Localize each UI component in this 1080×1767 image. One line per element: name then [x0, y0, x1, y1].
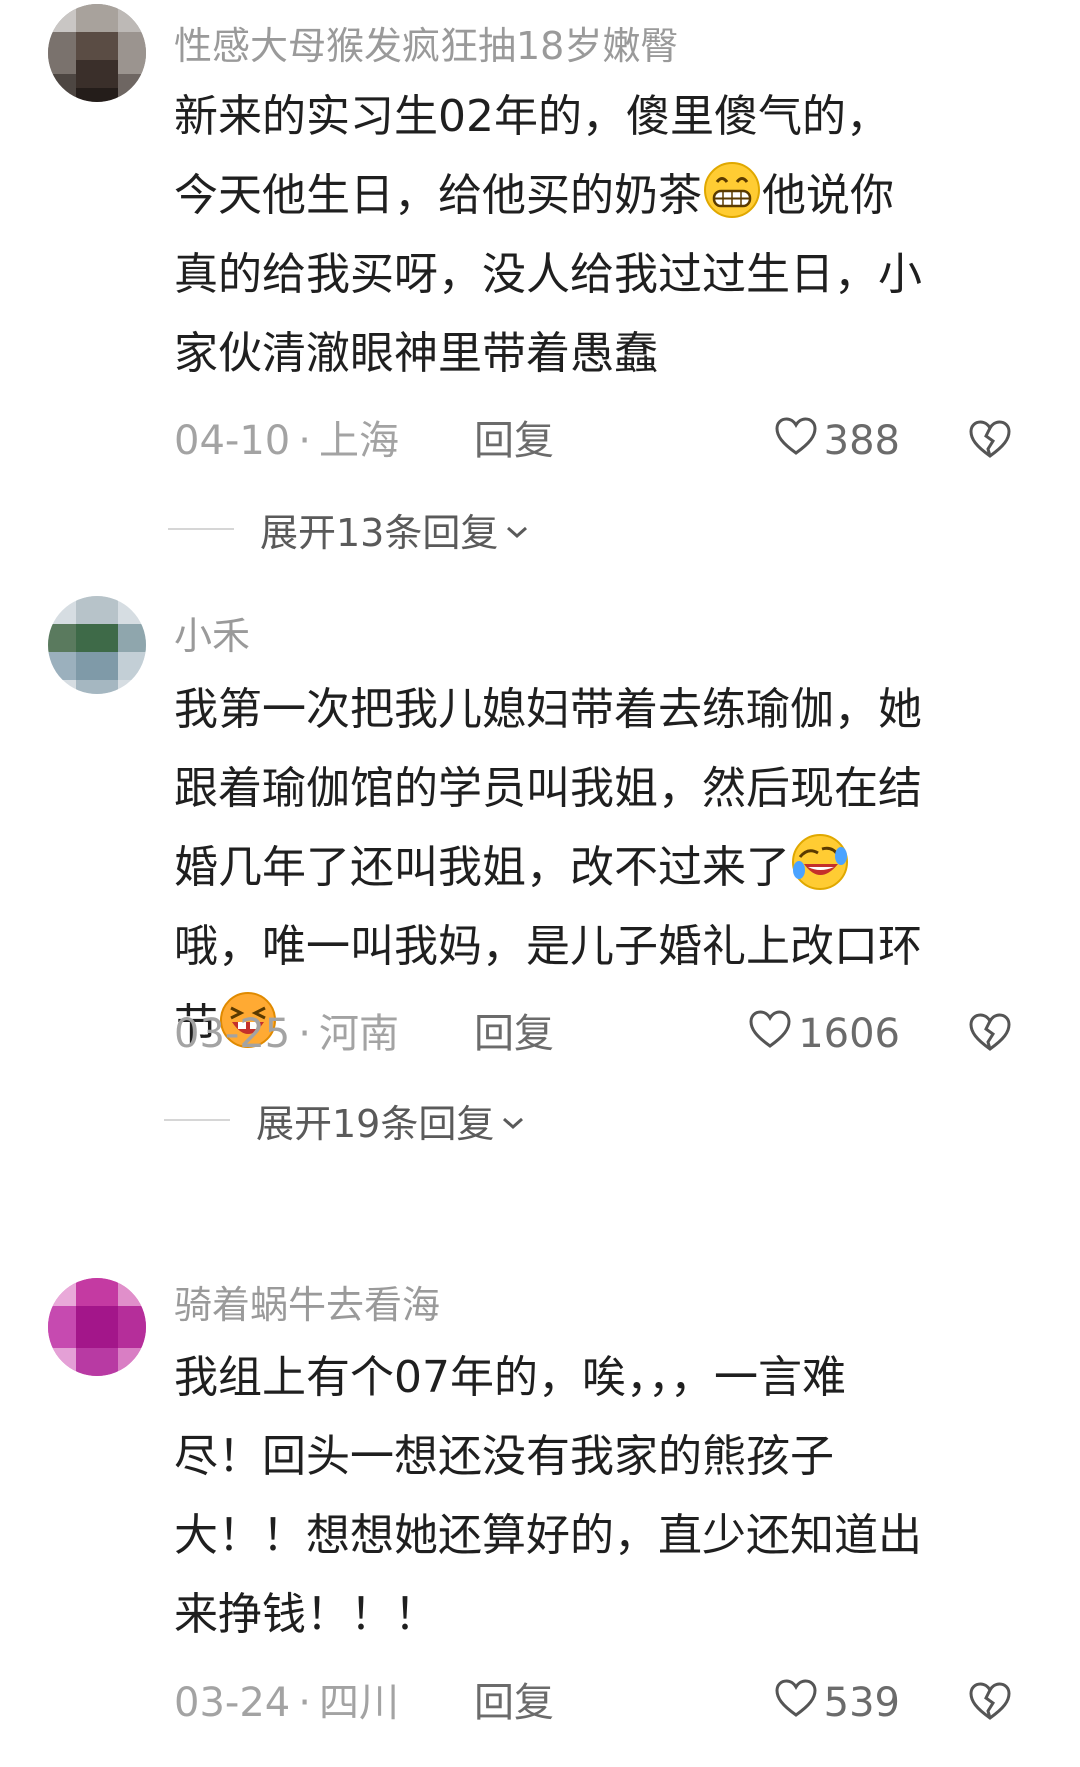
avatar[interactable]	[48, 4, 146, 102]
heart-outline-icon	[748, 1009, 798, 1059]
text-segment: 家伙清澈眼神里带着愚蠢	[174, 328, 658, 379]
username[interactable]: 小禾	[174, 617, 250, 655]
dislike-button[interactable]	[968, 1009, 1012, 1059]
expand-replies-label: 展开13条回复	[260, 510, 499, 555]
avatar[interactable]	[48, 1278, 146, 1376]
chevron-down-icon	[498, 507, 530, 551]
comment-date: 03-24	[174, 1680, 291, 1726]
text-line: 来挣钱！！！	[174, 1575, 1044, 1654]
username[interactable]: 性感大母猴发疯狂抽18岁嫩臀	[174, 27, 678, 65]
like-button[interactable]: 1606	[748, 1009, 900, 1059]
text-line: 新来的实习生02年的，傻里傻气的，	[174, 77, 1044, 156]
comment-date: 04-10	[174, 418, 291, 464]
expand-replies-button[interactable]: 展开13条回复	[168, 504, 530, 555]
text-segment: 新来的实习生02年的，傻里傻气的，	[174, 91, 890, 142]
reply-button[interactable]: 回复	[474, 1678, 554, 1728]
text-line: 大！！想想她还算好的，直少还知道出	[174, 1496, 1044, 1575]
like-count: 388	[823, 418, 900, 464]
divider-line	[164, 1119, 230, 1121]
text-segment: 我第一次把我儿媳妇带着去练瑜伽，她	[174, 684, 922, 735]
text-segment: 来挣钱！！！	[174, 1589, 438, 1640]
text-segment: 跟着瑜伽馆的学员叫我姐，然后现在结	[174, 763, 922, 814]
comment-meta: 04-10 · 上海 回复	[174, 416, 554, 466]
text-line: 今天他生日，给他买的奶茶 他说你	[174, 156, 1044, 235]
comment-text: 新来的实习生02年的，傻里傻气的， 今天他生日，给他买的奶茶 他说你 真的给我买呀…	[174, 77, 1044, 393]
like-count: 1606	[798, 1011, 900, 1057]
comment-location: 上海	[318, 418, 399, 464]
separator-dot: ·	[298, 1680, 311, 1726]
text-segment: 真的给我买呀，没人给我过过生日，小	[174, 249, 922, 300]
text-segment: 我组上有个07年的，唉，，，一言难	[174, 1352, 846, 1403]
text-line: 跟着瑜伽馆的学员叫我姐，然后现在结	[174, 749, 1044, 828]
heart-outline-icon	[774, 1678, 824, 1728]
broken-heart-icon	[968, 1681, 1012, 1725]
text-segment: 哦，唯一叫我妈，是儿子婚礼上改口环	[174, 921, 922, 972]
text-line: 家伙清澈眼神里带着愚蠢	[174, 314, 1044, 393]
broken-heart-icon	[968, 419, 1012, 463]
comment-location: 河南	[318, 1011, 399, 1057]
reply-button[interactable]: 回复	[474, 1009, 554, 1059]
separator-dot: ·	[298, 1011, 311, 1057]
grinning-face-emoji	[702, 160, 762, 220]
divider-line	[168, 528, 234, 530]
chevron-down-icon	[494, 1098, 526, 1142]
text-segment: 今天他生日，给他买的奶茶	[174, 170, 702, 221]
like-count: 539	[823, 1680, 900, 1726]
expand-replies-button[interactable]: 展开19条回复	[164, 1095, 526, 1146]
broken-heart-icon	[968, 1012, 1012, 1056]
text-line: 我组上有个07年的，唉，，，一言难	[174, 1338, 1044, 1417]
comment-text: 我组上有个07年的，唉，，，一言难 尽！回头一想还没有我家的熊孩子 大！！想想她…	[174, 1338, 1044, 1654]
text-line: 尽！回头一想还没有我家的熊孩子	[174, 1417, 1044, 1496]
text-segment: 婚几年了还叫我姐，改不过来了	[174, 842, 790, 893]
avatar[interactable]	[48, 596, 146, 694]
text-line: 我第一次把我儿媳妇带着去练瑜伽，她	[174, 670, 1044, 749]
username[interactable]: 骑着蜗牛去看海	[174, 1286, 440, 1324]
heart-outline-icon	[774, 416, 824, 466]
dislike-button[interactable]	[968, 1678, 1012, 1728]
text-segment: 大！！想想她还算好的，直少还知道出	[174, 1510, 922, 1561]
reply-button[interactable]: 回复	[474, 416, 554, 466]
text-line: 婚几年了还叫我姐，改不过来了	[174, 828, 1044, 907]
rolling-laughing-emoji	[790, 832, 850, 892]
like-button[interactable]: 388	[774, 416, 900, 466]
expand-replies-label: 展开19条回复	[256, 1101, 495, 1146]
comment-meta: 03-25 · 河南 回复	[174, 1009, 554, 1059]
dislike-button[interactable]	[968, 416, 1012, 466]
comment-text: 我第一次把我儿媳妇带着去练瑜伽，她 跟着瑜伽馆的学员叫我姐，然后现在结 婚几年了…	[174, 670, 1044, 1065]
comment-location: 四川	[318, 1680, 399, 1726]
comment-date: 03-25	[174, 1011, 291, 1057]
text-line: 真的给我买呀，没人给我过过生日，小	[174, 235, 1044, 314]
text-segment: 他说你	[762, 170, 894, 221]
like-button[interactable]: 539	[774, 1678, 900, 1728]
separator-dot: ·	[298, 418, 311, 464]
text-line: 哦，唯一叫我妈，是儿子婚礼上改口环	[174, 907, 1044, 986]
text-segment: 尽！回头一想还没有我家的熊孩子	[174, 1431, 834, 1482]
comment-meta: 03-24 · 四川 回复	[174, 1678, 554, 1728]
